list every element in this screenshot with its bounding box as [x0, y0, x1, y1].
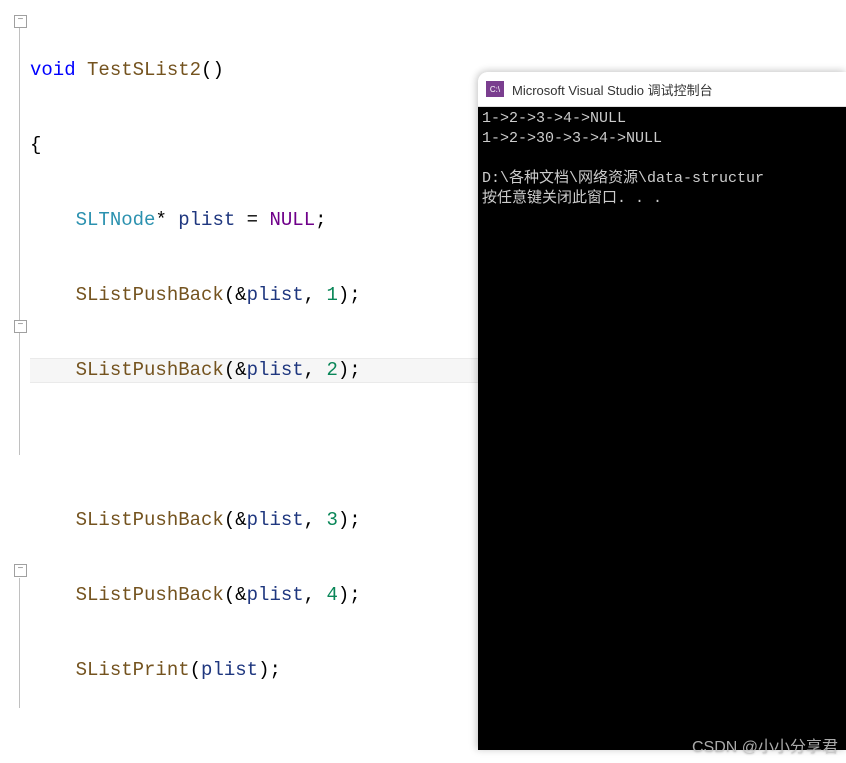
console-titlebar[interactable]: C:\ Microsoft Visual Studio 调试控制台 — [478, 72, 846, 107]
code-line[interactable]: SListPushBack(&plist, 2); — [30, 358, 475, 383]
console-line: 1->2->3->4->NULL — [482, 110, 626, 127]
code-line[interactable] — [30, 433, 475, 458]
fold-toggle-icon[interactable]: − — [14, 320, 27, 333]
code-line[interactable]: SListPushBack(&plist, 3); — [30, 508, 475, 533]
fold-toggle-icon[interactable]: − — [14, 15, 27, 28]
code-content[interactable]: void TestSList2() { SLTNode* plist = NUL… — [30, 8, 475, 763]
code-line[interactable]: SLTNode* plist = NULL; — [30, 208, 475, 233]
editor-gutter: − − − — [0, 0, 30, 763]
console-window[interactable]: C:\ Microsoft Visual Studio 调试控制台 1->2->… — [478, 72, 846, 750]
console-output[interactable]: 1->2->3->4->NULL 1->2->30->3->4->NULL D:… — [478, 107, 846, 750]
console-title: Microsoft Visual Studio 调试控制台 — [512, 80, 713, 99]
code-line[interactable] — [30, 733, 475, 758]
code-line[interactable]: SListPushBack(&plist, 4); — [30, 583, 475, 608]
console-app-icon: C:\ — [486, 81, 504, 97]
code-line[interactable]: SListPrint(plist); — [30, 658, 475, 683]
code-line[interactable]: { — [30, 133, 475, 158]
code-line[interactable]: SListPushBack(&plist, 1); — [30, 283, 475, 308]
code-line[interactable]: void TestSList2() — [30, 58, 475, 83]
fold-toggle-icon[interactable]: − — [14, 564, 27, 577]
console-line: D:\各种文档\网络资源\data-structur — [482, 170, 764, 187]
console-line: 1->2->30->3->4->NULL — [482, 130, 662, 147]
console-line: 按任意键关闭此窗口. . . — [482, 190, 662, 207]
